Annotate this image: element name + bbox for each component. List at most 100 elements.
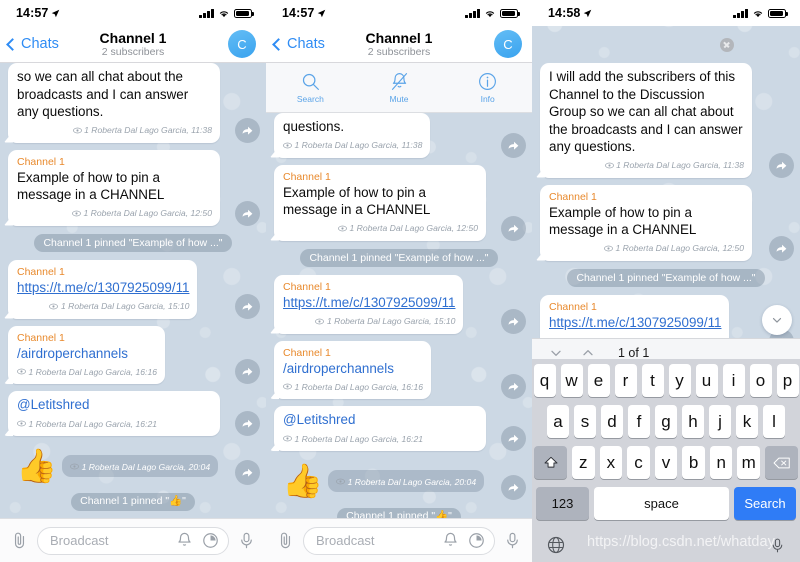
- timer-icon[interactable]: [467, 531, 486, 550]
- forward-button[interactable]: [501, 308, 526, 334]
- microphone-icon[interactable]: [237, 531, 256, 550]
- key-o[interactable]: o: [749, 364, 772, 397]
- message-bubble[interactable]: Channel 1/airdroperchannels 1 Roberta Dal…: [274, 340, 432, 399]
- message-bubble[interactable]: Channel 1 Example of how to pin a message…: [274, 164, 486, 241]
- key-f[interactable]: f: [628, 405, 650, 438]
- key-t[interactable]: t: [641, 364, 664, 397]
- key-g[interactable]: g: [655, 405, 677, 438]
- key-u[interactable]: u: [695, 364, 718, 397]
- message-link[interactable]: https://t.me/c/1307925099/11: [549, 314, 721, 332]
- key-z[interactable]: z: [572, 446, 595, 479]
- key-r[interactable]: r: [614, 364, 637, 397]
- globe-icon[interactable]: [546, 535, 566, 555]
- key-y[interactable]: y: [668, 364, 691, 397]
- space-key[interactable]: space: [594, 487, 729, 520]
- forward-button[interactable]: [501, 215, 526, 241]
- action-mute[interactable]: Mute: [355, 71, 444, 104]
- message-bubble[interactable]: Channel 1https://t.me/c/1307925099/11 1 R…: [274, 275, 464, 334]
- forward-button[interactable]: [235, 460, 260, 485]
- key-s[interactable]: s: [574, 405, 596, 438]
- message-bubble[interactable]: @Letitshred 1 Roberta Dal Lago Garcia, 1…: [274, 406, 486, 451]
- forward-button[interactable]: [769, 235, 794, 261]
- bell-icon[interactable]: [175, 531, 194, 550]
- key-b[interactable]: b: [682, 446, 705, 479]
- forward-button[interactable]: [501, 426, 526, 451]
- forward-button[interactable]: [235, 411, 260, 436]
- backspace-key[interactable]: [765, 446, 798, 479]
- timer-icon[interactable]: [201, 531, 220, 550]
- key-x[interactable]: x: [599, 446, 623, 479]
- message-link[interactable]: /airdroperchannels: [17, 345, 157, 363]
- key-c[interactable]: c: [627, 446, 650, 479]
- action-mute-label: Mute: [389, 94, 409, 104]
- key-w[interactable]: w: [560, 364, 583, 397]
- paperclip-icon[interactable]: [276, 531, 295, 550]
- channel-avatar[interactable]: C: [494, 30, 522, 58]
- broadcast-input[interactable]: Broadcast: [37, 526, 229, 555]
- message-bubble[interactable]: questions. 1 Roberta Dal Lago Garcia, 11:…: [274, 113, 431, 158]
- message-bubble[interactable]: Channel 1/airdroperchannels 1 Roberta Dal…: [8, 325, 166, 384]
- broadcast-input[interactable]: Broadcast: [303, 526, 495, 555]
- key-q[interactable]: q: [533, 364, 556, 397]
- message-meta-text: 1 Roberta Dal Lago Garcia, 20:04: [347, 476, 477, 487]
- channel-avatar[interactable]: C: [228, 30, 256, 58]
- forward-button[interactable]: [235, 117, 260, 143]
- message-bubble[interactable]: so we can all chat about the broadcasts …: [8, 63, 220, 143]
- emoji-message-meta: 1 Roberta Dal Lago Garcia, 20:04: [328, 470, 485, 492]
- avatar-initial: C: [237, 36, 247, 52]
- forward-button[interactable]: [235, 359, 260, 384]
- message-bubble[interactable]: Channel 1 Example of how to pin a message…: [8, 149, 220, 226]
- message-bubble[interactable]: Channel 1 Example of how to pin a message…: [540, 184, 752, 261]
- key-j[interactable]: j: [709, 405, 731, 438]
- scroll-to-bottom-button[interactable]: [762, 305, 792, 335]
- message-link[interactable]: @Letitshred: [283, 412, 355, 427]
- avatar-initial: C: [503, 36, 513, 52]
- microphone-icon[interactable]: [503, 531, 522, 550]
- microphone-icon[interactable]: [769, 536, 786, 555]
- key-n[interactable]: n: [709, 446, 733, 479]
- keyboard-bottom-row: [534, 528, 798, 562]
- key-v[interactable]: v: [654, 446, 678, 479]
- message-list[interactable]: questions. 1 Roberta Dal Lago Garcia, 11:…: [266, 113, 532, 562]
- back-to-chats-button[interactable]: Chats: [6, 36, 59, 52]
- forward-button[interactable]: [501, 132, 526, 158]
- message-meta-wrap: 1 Roberta Dal Lago Garcia, 11:38: [283, 136, 422, 154]
- action-search[interactable]: Search: [266, 71, 355, 104]
- message-link[interactable]: @Letitshred: [17, 397, 89, 412]
- bell-icon[interactable]: [441, 531, 460, 550]
- forward-button[interactable]: [769, 152, 794, 178]
- message-bubble[interactable]: @Letitshred 1 Roberta Dal Lago Garcia, 1…: [8, 391, 220, 436]
- numbers-key[interactable]: 123: [536, 487, 589, 520]
- clear-icon[interactable]: [719, 37, 734, 52]
- forward-button[interactable]: [501, 475, 526, 500]
- paperclip-icon[interactable]: [10, 531, 29, 550]
- key-a[interactable]: a: [547, 405, 569, 438]
- key-l[interactable]: l: [763, 405, 785, 438]
- channel-action-sheet: Search Mute Info: [266, 63, 532, 113]
- key-p[interactable]: p: [776, 364, 799, 397]
- message-link[interactable]: /airdroperchannels: [283, 360, 423, 378]
- search-key[interactable]: Search: [734, 487, 796, 520]
- key-e[interactable]: e: [587, 364, 610, 397]
- backspace-icon: [773, 457, 790, 468]
- chevron-down-icon: [772, 317, 782, 323]
- shift-key[interactable]: [534, 446, 567, 479]
- key-m[interactable]: m: [737, 446, 761, 479]
- message-bubble[interactable]: Channel 1https://t.me/c/1307925099/11 1 R…: [8, 260, 198, 319]
- message-meta-text: 1 Roberta Dal Lago Garcia, 12:50: [349, 223, 478, 233]
- key-d[interactable]: d: [601, 405, 623, 438]
- action-info[interactable]: Info: [443, 71, 532, 104]
- battery-icon: [234, 8, 254, 18]
- key-k[interactable]: k: [736, 405, 758, 438]
- back-to-chats-button[interactable]: Chats: [272, 36, 325, 52]
- screenshot-root: 14:57 Chats Channel 1 2 subscribers C so…: [0, 0, 800, 562]
- message-link[interactable]: https://t.me/c/1307925099/11: [283, 294, 455, 312]
- message-list[interactable]: so we can all chat about the broadcasts …: [0, 63, 266, 562]
- message-bubble[interactable]: I will add the subscribers of this Chann…: [540, 63, 752, 178]
- key-h[interactable]: h: [682, 405, 704, 438]
- message-link[interactable]: https://t.me/c/1307925099/11: [17, 279, 189, 297]
- forward-button[interactable]: [235, 200, 260, 226]
- forward-button[interactable]: [501, 374, 526, 399]
- forward-button[interactable]: [235, 293, 260, 319]
- key-i[interactable]: i: [722, 364, 745, 397]
